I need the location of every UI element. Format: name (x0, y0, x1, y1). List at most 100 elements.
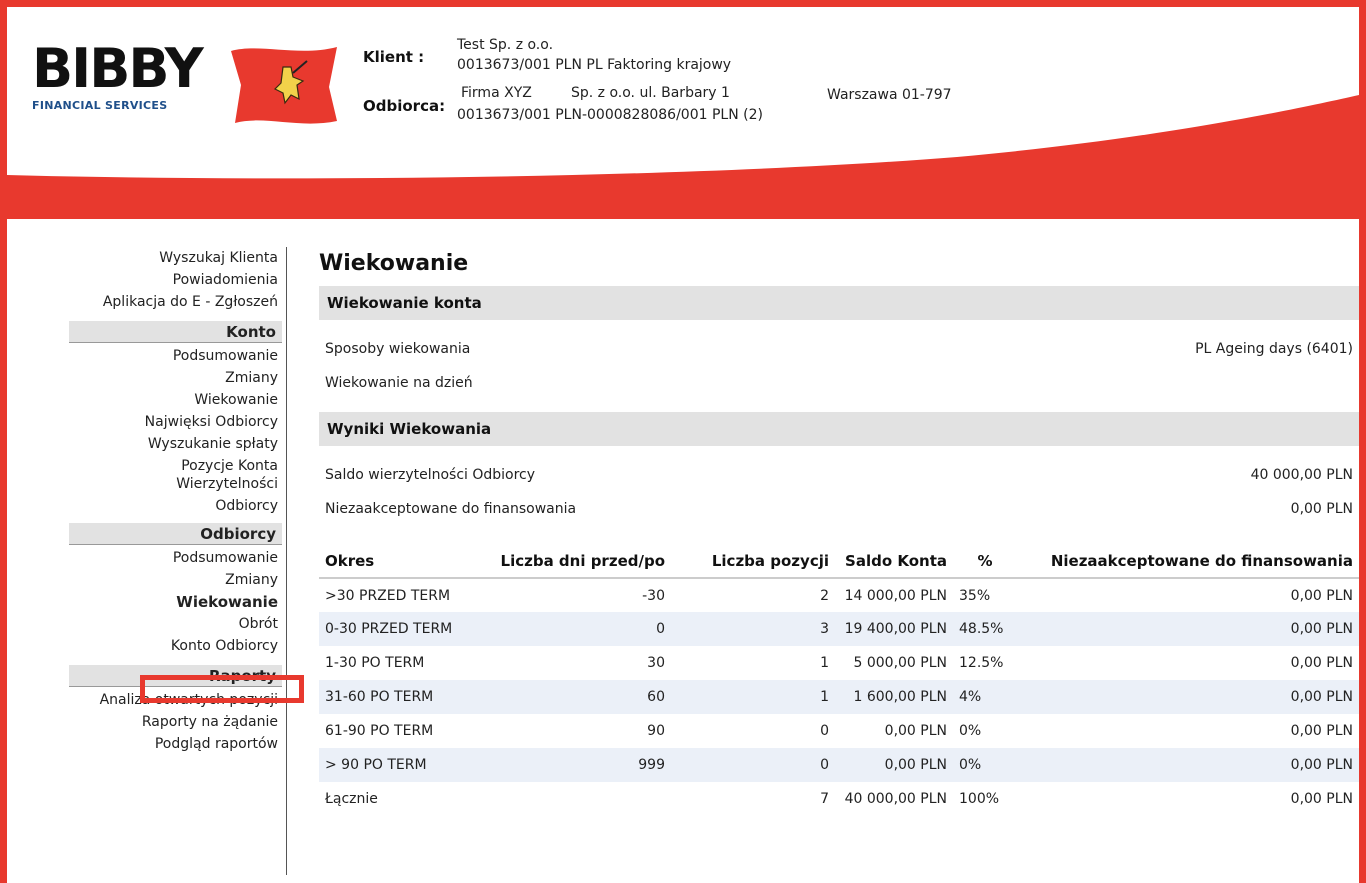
balance-row: Saldo wierzytelności Odbiorcy 40 000,00 … (319, 458, 1359, 492)
logo-subtitle: FINANCIAL SERVICES (32, 99, 168, 112)
cell-liczba-dni: 0 (479, 612, 671, 646)
cell-liczba-dni: 90 (647, 723, 665, 739)
active-item-highlight (140, 675, 304, 703)
cell-okres: 31-60 PO TERM (319, 680, 479, 714)
unaccepted-row: Niezaakceptowane do finansowania 0,00 PL… (319, 492, 1359, 526)
debtor-address: Sp. z o.o. ul. Barbary 1 (571, 85, 730, 101)
cell-procent: 0% (953, 748, 1017, 782)
cell-liczba-pozycji: 0 (671, 748, 835, 782)
main-content: Wiekowanie Wiekowanie konta Sposoby wiek… (319, 247, 1359, 816)
cell-okres: 1-30 PO TERM (325, 655, 425, 671)
logo-word: BIBBY (32, 37, 204, 100)
cell-okres: >30 PRZED TERM (325, 587, 451, 604)
sidebar-item-raporty-na-zadanie[interactable]: Raporty na żądanie (62, 711, 286, 733)
cell-niezaakceptowane: 0,00 PLN (1017, 748, 1359, 782)
cell-saldo-konta: 1 600,00 PLN (835, 680, 953, 714)
cell-saldo-konta: 19 400,00 PLN (835, 612, 953, 646)
col-liczba-dni: Liczba dni przed/po (479, 544, 671, 579)
sidebar-item-konto-zmiany[interactable]: Zmiany (62, 367, 286, 389)
section-wiekowanie-konta: Wiekowanie konta (319, 286, 1359, 320)
cell-procent: 35% (959, 587, 991, 604)
cell-liczba-dni: -30 (642, 587, 665, 604)
aging-date-label: Wiekowanie na dzień (325, 375, 473, 391)
sidebar-item-powiadomienia[interactable]: Powiadomienia (62, 269, 286, 291)
cell-okres: Łącznie (325, 791, 378, 807)
sidebar-item-konto-podsumowanie[interactable]: Podsumowanie (62, 345, 286, 367)
aging-date-row: Wiekowanie na dzień (319, 366, 1359, 400)
cell-procent: 4% (953, 680, 1017, 714)
cell-liczba-dni: 60 (479, 680, 671, 714)
sidebar-section-konto: Konto (69, 321, 282, 343)
aging-method-label: Sposoby wiekowania (325, 341, 471, 357)
sidebar-item-pozycje-line1: Pozycje Konta (181, 458, 278, 474)
balance-label: Saldo wierzytelności Odbiorcy (325, 467, 536, 483)
col-niezaakceptowane: Niezaakceptowane do finansowania (1017, 544, 1359, 579)
sidebar-item-odbiorcy-wiekowanie[interactable]: Wiekowanie (62, 591, 286, 613)
cell-niezaakceptowane: 0,00 PLN (1290, 723, 1353, 739)
cell-saldo-konta: 0,00 PLN (884, 723, 947, 739)
bibby-logo[interactable]: BIBBY FINANCIAL SERVICES (32, 37, 204, 113)
client-name: Test Sp. z o.o. (457, 37, 554, 53)
debtor-label: Odbiorca: (363, 97, 446, 115)
table-row: >30 PRZED TERM -30 2 14 000,00 PLN 35% 0,00 P… (319, 578, 1359, 612)
debtor-account: 0013673/001 PLN-0000828086/001 PLN (2) (457, 107, 763, 123)
sidebar-item-pozycje-line3: Odbiorcy (215, 498, 278, 514)
col-okres: Okres (319, 544, 479, 579)
sidebar-item-wyszukaj-klienta[interactable]: Wyszukaj Klienta (62, 247, 286, 269)
cell-okres: 61-90 PO TERM (325, 723, 434, 739)
cell-procent: 0% (959, 723, 982, 739)
sidebar-item-pozycje-line2: Wierzytelności (176, 476, 278, 492)
debtor-city: Warszawa 01-797 (827, 87, 952, 103)
cell-niezaakceptowane: 0,00 PLN (1290, 587, 1353, 604)
sidebar-nav: Wyszukaj Klienta Powiadomienia Aplikacja… (62, 247, 287, 875)
section-wyniki-wiekowania: Wyniki Wiekowania (319, 412, 1359, 446)
header: BIBBY FINANCIAL SERVICES Klient : Test S… (7, 7, 1359, 219)
table-row-total: Łącznie 7 40 000,00 PLN 100% 0,00 PLN (319, 782, 1359, 816)
cell-niezaakceptowane: 0,00 PLN (1017, 680, 1359, 714)
aging-method-row: Sposoby wiekowania PL Ageing days (6401) (319, 332, 1359, 366)
sidebar-item-odbiorcy-podsumowanie[interactable]: Podsumowanie (62, 547, 286, 569)
cell-liczba-dni: 999 (479, 748, 671, 782)
table-row: > 90 PO TERM 999 0 0,00 PLN 0% 0,00 PLN (319, 748, 1359, 782)
col-procent: % (953, 544, 1017, 579)
sidebar-item-najwieksi-odbiorcy[interactable]: Najwięksi Odbiorcy (62, 411, 286, 433)
page-title: Wiekowanie (319, 251, 469, 276)
table-row: 1-30 PO TERM 30 1 5 000,00 PLN 12.5% 0,00 PLN (319, 646, 1359, 680)
client-label: Klient : (363, 48, 425, 66)
col-liczba-pozycji: Liczba pozycji (671, 544, 835, 579)
sidebar-item-podglad-raportow[interactable]: Podgląd raportów (62, 733, 286, 755)
cell-liczba-pozycji: 2 (820, 587, 829, 604)
table-row: 31-60 PO TERM 60 1 1 600,00 PLN 4% 0,00 PLN (319, 680, 1359, 714)
debtor-name: Firma XYZ (461, 85, 532, 101)
sidebar-item-odbiorcy-zmiany[interactable]: Zmiany (62, 569, 286, 591)
cell-procent: 48.5% (953, 612, 1017, 646)
aging-table-body: >30 PRZED TERM -30 2 14 000,00 PLN 35% 0,00 P… (319, 578, 1359, 816)
cell-niezaakceptowane: 0,00 PLN (1017, 612, 1359, 646)
unaccepted-label: Niezaakceptowane do finansowania (325, 501, 577, 517)
sidebar-item-aplikacja-e-zgloszen[interactable]: Aplikacja do E - Zgłoszeń (62, 291, 286, 313)
bibby-flag-icon (231, 47, 337, 124)
cell-niezaakceptowane: 0,00 PLN (1290, 655, 1353, 671)
cell-procent: 100% (959, 791, 1000, 807)
app-frame: BIBBY FINANCIAL SERVICES Klient : Test S… (0, 0, 1366, 883)
cell-liczba-pozycji: 7 (820, 791, 829, 807)
sidebar-item-wyszukanie-splaty[interactable]: Wyszukanie spłaty (62, 433, 286, 455)
sidebar-item-pozycje-konta[interactable]: Pozycje Konta Wierzytelności Odbiorcy (62, 457, 286, 515)
cell-saldo-konta: 5 000,00 PLN (853, 655, 947, 671)
client-account: 0013673/001 PLN PL Faktoring krajowy (457, 57, 732, 73)
unaccepted-value: 0,00 PLN (1290, 501, 1353, 517)
cell-procent: 12.5% (959, 655, 1004, 671)
cell-liczba-pozycji: 1 (820, 655, 829, 671)
aging-table-header: Okres Liczba dni przed/po Liczba pozycji… (319, 544, 1359, 579)
cell-liczba-pozycji: 1 (671, 680, 835, 714)
sidebar-item-konto-odbiorcy[interactable]: Konto Odbiorcy (62, 635, 286, 657)
sidebar-item-obrot[interactable]: Obrót (62, 613, 286, 635)
cell-okres: > 90 PO TERM (319, 748, 479, 782)
aging-table: Okres Liczba dni przed/po Liczba pozycji… (319, 544, 1359, 816)
table-row: 61-90 PO TERM 90 0 0,00 PLN 0% 0,00 PLN (319, 714, 1359, 748)
cell-niezaakceptowane: 0,00 PLN (1290, 791, 1353, 807)
sidebar-item-konto-wiekowanie[interactable]: Wiekowanie (62, 389, 286, 411)
aging-method-value: PL Ageing days (6401) (1195, 341, 1353, 357)
cell-liczba-pozycji: 0 (820, 723, 829, 739)
cell-saldo-konta: 40 000,00 PLN (844, 791, 947, 807)
